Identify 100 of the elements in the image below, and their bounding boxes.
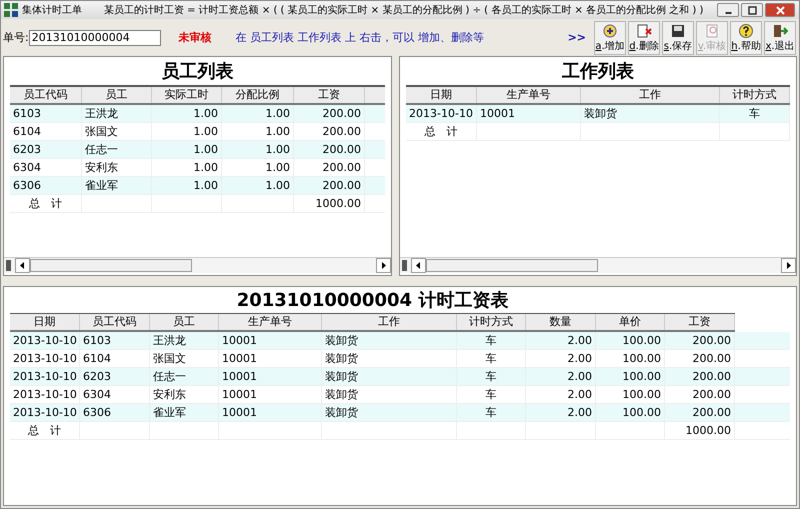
table-cell: 车 xyxy=(720,105,790,122)
table-cell: 1.00 xyxy=(222,105,294,122)
table-cell: 车 xyxy=(457,332,526,349)
help-button[interactable]: h.帮助 xyxy=(730,20,762,54)
table-cell: 1.00 xyxy=(152,159,222,176)
window-title: 集体计时工单 xyxy=(22,4,82,17)
column-header[interactable]: 单价 xyxy=(596,314,665,330)
table-cell: 200.00 xyxy=(294,123,365,140)
table-cell: 安利东 xyxy=(82,159,152,176)
column-header[interactable]: 工资 xyxy=(294,87,365,103)
column-header[interactable]: 计时方式 xyxy=(457,314,526,330)
column-header[interactable]: 分配比例 xyxy=(222,87,294,103)
table-cell: 200.00 xyxy=(294,141,365,158)
column-header[interactable]: 实际工时 xyxy=(152,87,222,103)
table-cell: 100.00 xyxy=(596,368,665,385)
table-cell: 1.00 xyxy=(152,141,222,158)
table-cell: 6203 xyxy=(10,141,82,158)
column-header[interactable]: 工资 xyxy=(665,314,735,330)
table-cell: 100.00 xyxy=(596,332,665,349)
table-cell: 6203 xyxy=(80,368,150,385)
table-cell: 10001 xyxy=(477,105,581,122)
table-cell: 200.00 xyxy=(665,332,735,349)
minimize-button[interactable] xyxy=(717,3,739,17)
column-header[interactable]: 工作 xyxy=(581,87,720,103)
door-arrow-icon xyxy=(772,22,788,38)
table-cell: 200.00 xyxy=(294,159,365,176)
number-label: 单号: xyxy=(3,30,29,45)
table-cell: 雀业军 xyxy=(150,404,219,421)
table-cell: 王洪龙 xyxy=(150,332,219,349)
table-cell: 2.00 xyxy=(526,404,596,421)
table-cell: 6306 xyxy=(80,404,150,421)
table-cell: 2013-10-10 xyxy=(10,350,80,367)
table-cell: 装卸货 xyxy=(581,105,720,122)
column-header[interactable]: 日期 xyxy=(10,314,80,330)
table-cell: 安利东 xyxy=(150,386,219,403)
table-cell: 装卸货 xyxy=(322,386,457,403)
close-button[interactable] xyxy=(765,3,795,17)
table-cell: 车 xyxy=(457,350,526,367)
column-header[interactable]: 生产单号 xyxy=(219,314,322,330)
column-header[interactable]: 生产单号 xyxy=(477,87,581,103)
column-header[interactable]: 计时方式 xyxy=(720,87,790,103)
table-cell: 2013-10-10 xyxy=(10,386,80,403)
column-header[interactable]: 员工代码 xyxy=(10,87,82,103)
table-cell: 装卸货 xyxy=(322,350,457,367)
table-cell: 装卸货 xyxy=(322,368,457,385)
table-cell: 1.00 xyxy=(152,123,222,140)
hint-text: 在 员工列表 工作列表 上 右击，可以 增加、删除等 xyxy=(236,30,486,45)
number-field[interactable]: 20131010000004 xyxy=(28,30,161,46)
table-cell: 6304 xyxy=(80,386,150,403)
column-header[interactable]: 员工 xyxy=(82,87,152,103)
horizontal-scrollbar[interactable] xyxy=(400,257,796,273)
table-cell: 1.00 xyxy=(222,123,294,140)
table-cell: 6104 xyxy=(80,350,150,367)
total-cell: 1000.00 xyxy=(686,424,731,437)
table-cell: 2.00 xyxy=(526,332,596,349)
table-cell: 200.00 xyxy=(665,350,735,367)
table-cell: 6104 xyxy=(10,123,82,140)
column-header[interactable]: 工作 xyxy=(322,314,457,330)
table-cell: 100.00 xyxy=(596,350,665,367)
table-cell: 车 xyxy=(457,368,526,385)
column-header[interactable]: 日期 xyxy=(406,87,477,103)
table-cell: 1.00 xyxy=(152,105,222,122)
table-cell: 200.00 xyxy=(665,368,735,385)
table-cell: 2013-10-10 xyxy=(406,105,477,122)
maximize-icon xyxy=(748,6,756,14)
table-cell: 2013-10-10 xyxy=(10,332,80,349)
table-cell: 装卸货 xyxy=(322,332,457,349)
table-cell: 200.00 xyxy=(665,386,735,403)
more-link[interactable]: >> xyxy=(568,31,586,44)
total-cell: 总 计 xyxy=(29,197,62,210)
app-icon xyxy=(4,3,18,17)
table-cell: 10001 xyxy=(219,386,322,403)
document-x-icon xyxy=(636,22,652,38)
table-cell: 1.00 xyxy=(152,177,222,194)
table-cell: 200.00 xyxy=(294,177,365,194)
table-cell: 10001 xyxy=(219,368,322,385)
add-button[interactable]: a.增加 xyxy=(594,20,626,54)
save-button[interactable]: s.保存 xyxy=(662,20,694,54)
table-cell: 6103 xyxy=(10,105,82,122)
table-cell: 车 xyxy=(457,404,526,421)
formula-text: 某员工的计时工资 = 计时工资总额 × ( ( 某员工的实际工时 × 某员工的分配比例 ) ÷ ( 各员工的实际工时 × 各员工的分配比例 之和 ) ) xyxy=(104,4,704,17)
table-cell: 任志一 xyxy=(150,368,219,385)
grip-icon xyxy=(6,260,11,271)
table-cell: 10001 xyxy=(219,332,322,349)
column-header[interactable]: 员工 xyxy=(150,314,219,330)
maximize-button[interactable] xyxy=(741,3,763,17)
table-cell: 王洪龙 xyxy=(82,105,152,122)
table-cell: 6304 xyxy=(10,159,82,176)
table-cell: 100.00 xyxy=(596,386,665,403)
table-cell: 200.00 xyxy=(294,105,365,122)
column-header[interactable]: 员工代码 xyxy=(80,314,150,330)
exit-button[interactable]: x.退出 xyxy=(764,20,796,54)
table-title: 20131010000004 计时工资表 xyxy=(236,289,510,313)
column-header[interactable]: 数量 xyxy=(526,314,596,330)
horizontal-scrollbar[interactable] xyxy=(4,257,391,273)
minimize-icon xyxy=(724,12,732,14)
table-cell: 10001 xyxy=(219,404,322,421)
delete-button[interactable]: d.删除 xyxy=(628,20,660,54)
table-cell: 2.00 xyxy=(526,350,596,367)
status-text: 未审核 xyxy=(178,30,212,45)
